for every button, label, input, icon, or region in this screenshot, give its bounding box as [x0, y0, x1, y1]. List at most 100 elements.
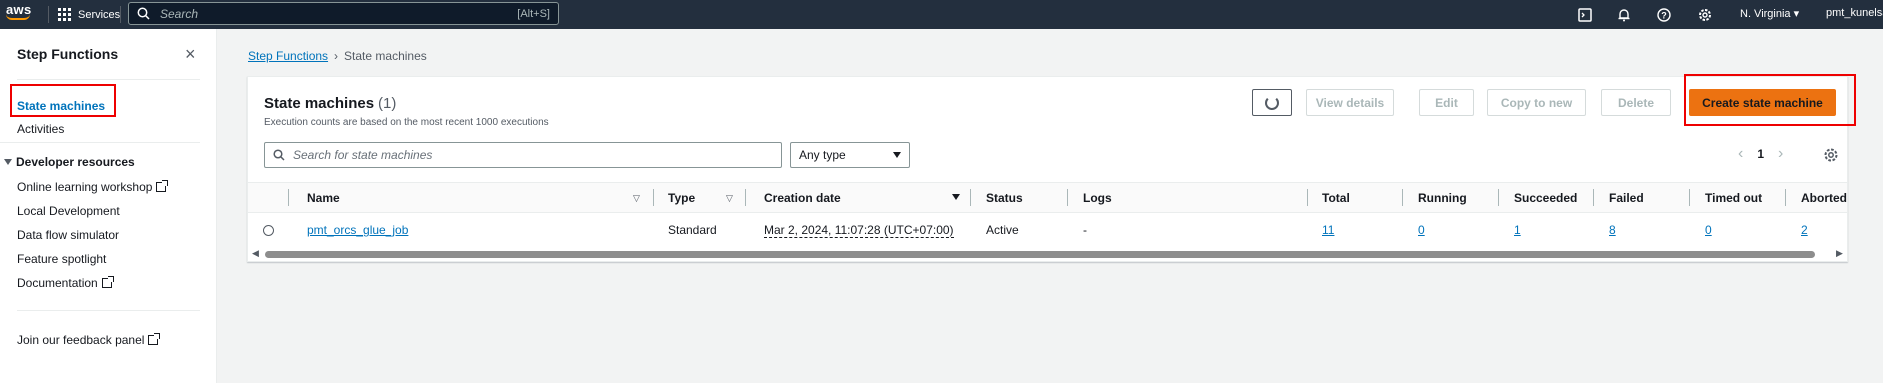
column-header-failed[interactable]: Failed — [1609, 191, 1644, 205]
column-header-aborted[interactable]: Aborted — [1801, 191, 1847, 205]
preferences-gear-icon[interactable] — [1823, 147, 1839, 163]
chevron-right-icon: › — [334, 49, 339, 63]
svg-text:?: ? — [1661, 10, 1667, 20]
help-button[interactable]: ? — [1657, 0, 1671, 29]
column-header-logs[interactable]: Logs — [1083, 191, 1112, 205]
sort-descending-icon[interactable] — [952, 194, 960, 200]
sidebar-section-developer-resources[interactable]: Developer resources — [4, 155, 135, 169]
column-header-timed-out[interactable]: Timed out — [1705, 191, 1762, 205]
account-menu[interactable]: pmt_kunelsa — [1826, 7, 1883, 19]
search-placeholder: Search — [160, 6, 199, 21]
chevron-down-icon: ▾ — [1793, 8, 1800, 20]
region-selector[interactable]: N. Virginia ▾ — [1740, 7, 1799, 20]
edit-button[interactable]: Edit — [1419, 89, 1474, 116]
services-label: Services — [78, 8, 121, 21]
column-header-succeeded[interactable]: Succeeded — [1514, 191, 1577, 205]
view-details-button[interactable]: View details — [1306, 89, 1394, 116]
notifications-icon — [1618, 8, 1630, 21]
column-header-status[interactable]: Status — [986, 191, 1023, 205]
sort-icon[interactable]: ▽ — [633, 193, 640, 204]
copy-to-new-button[interactable]: Copy to new — [1487, 89, 1586, 116]
sidebar-item-online-learning-workshop[interactable]: Online learning workshop — [17, 180, 169, 194]
pagination: ‹ 1 › — [1738, 145, 1783, 163]
sidebar-item-local-development[interactable]: Local Development — [17, 204, 120, 218]
caret-down-icon — [893, 152, 901, 158]
column-header-creation-date[interactable]: Creation date — [764, 191, 841, 205]
external-link-icon — [101, 276, 114, 288]
sidebar-item-feature-spotlight[interactable]: Feature spotlight — [17, 252, 106, 266]
chevron-left-icon[interactable]: ‹ — [1738, 145, 1743, 163]
global-search-input[interactable]: Search [Alt+S] — [128, 2, 559, 25]
chevron-right-icon[interactable]: › — [1778, 145, 1783, 163]
divider — [17, 310, 200, 311]
cell-logs: - — [1083, 223, 1087, 237]
nav-divider — [120, 6, 121, 23]
row-select-radio[interactable] — [263, 225, 274, 236]
sidebar-item-data-flow-simulator[interactable]: Data flow simulator — [17, 228, 119, 242]
column-header-total[interactable]: Total — [1322, 191, 1350, 205]
side-navigation: Step Functions × State machines Activiti… — [0, 29, 217, 383]
state-machines-panel: State machines (1) Execution counts are b… — [247, 74, 1856, 262]
sidebar-item-documentation[interactable]: Documentation — [17, 276, 114, 290]
column-header-running[interactable]: Running — [1418, 191, 1467, 205]
panel-title: State machines (1) — [264, 95, 397, 112]
grid-icon — [58, 7, 72, 22]
cell-failed-link[interactable]: 8 — [1609, 223, 1616, 237]
sidebar-item-activities[interactable]: Activities — [17, 122, 64, 136]
cloudshell-button[interactable] — [1578, 0, 1592, 29]
search-icon — [273, 149, 285, 161]
cell-creation-date: Mar 2, 2024, 11:07:28 (UTC+07:00) — [764, 223, 954, 238]
settings-icon — [1699, 8, 1711, 21]
refresh-button[interactable] — [1252, 89, 1292, 116]
cell-succeeded-link[interactable]: 1 — [1514, 223, 1521, 237]
table-header: Name ▽ Type ▽ Creation date Status Logs … — [248, 182, 1847, 213]
help-icon: ? — [1657, 7, 1671, 22]
search-icon — [137, 7, 150, 20]
divider — [0, 142, 200, 143]
column-header-type[interactable]: Type — [668, 191, 695, 205]
cell-running-link[interactable]: 0 — [1418, 223, 1425, 237]
search-placeholder: Search for state machines — [293, 148, 433, 162]
search-shortcut: [Alt+S] — [517, 7, 550, 20]
cell-total-link[interactable]: 11 — [1322, 223, 1334, 237]
scroll-right-icon[interactable]: ▶ — [1836, 248, 1843, 259]
column-header-name[interactable]: Name — [307, 191, 340, 205]
cell-status: Active — [986, 223, 1019, 237]
page-number[interactable]: 1 — [1757, 147, 1764, 161]
aws-logo[interactable]: aws — [6, 3, 34, 25]
nav-divider — [48, 6, 49, 23]
breadcrumb-step-functions[interactable]: Step Functions — [248, 49, 328, 63]
caret-down-icon — [4, 159, 12, 165]
notifications-button[interactable] — [1617, 0, 1631, 29]
external-link-icon — [156, 180, 169, 192]
services-menu-button[interactable]: Services — [58, 4, 120, 25]
close-icon[interactable]: × — [185, 45, 196, 63]
delete-button[interactable]: Delete — [1601, 89, 1671, 116]
sort-icon[interactable]: ▽ — [726, 193, 733, 204]
cloudshell-icon — [1578, 7, 1592, 22]
panel-description: Execution counts are based on the most r… — [264, 117, 549, 128]
refresh-icon — [1265, 95, 1279, 110]
horizontal-scrollbar[interactable]: ◀ ▶ — [248, 247, 1847, 261]
highlight-box — [10, 84, 116, 117]
settings-button[interactable] — [1698, 0, 1712, 29]
external-link-icon — [148, 333, 161, 345]
scroll-left-icon[interactable]: ◀ — [252, 248, 259, 259]
sidebar-title: Step Functions — [17, 46, 119, 62]
breadcrumb-current: State machines — [344, 49, 427, 63]
sidebar-item-feedback-panel[interactable]: Join our feedback panel — [17, 333, 161, 347]
panel-header: State machines (1) Execution counts are b… — [264, 95, 549, 128]
state-machine-name-link[interactable]: pmt_orcs_glue_job — [307, 223, 408, 237]
type-filter-select[interactable]: Any type — [790, 142, 910, 168]
page-scrollbar[interactable] — [1876, 29, 1883, 383]
breadcrumb: Step Functions › State machines — [248, 49, 427, 63]
scrollbar-thumb[interactable] — [265, 251, 1815, 258]
panel-count: (1) — [378, 95, 397, 112]
highlight-box — [1684, 74, 1856, 126]
state-machine-search-input[interactable]: Search for state machines — [264, 142, 782, 168]
cell-timed-out-link[interactable]: 0 — [1705, 223, 1712, 237]
table-row: pmt_orcs_glue_job Standard Mar 2, 2024, … — [248, 213, 1847, 247]
divider — [17, 79, 200, 80]
cell-type: Standard — [668, 223, 717, 237]
cell-aborted-link[interactable]: 2 — [1801, 223, 1808, 237]
